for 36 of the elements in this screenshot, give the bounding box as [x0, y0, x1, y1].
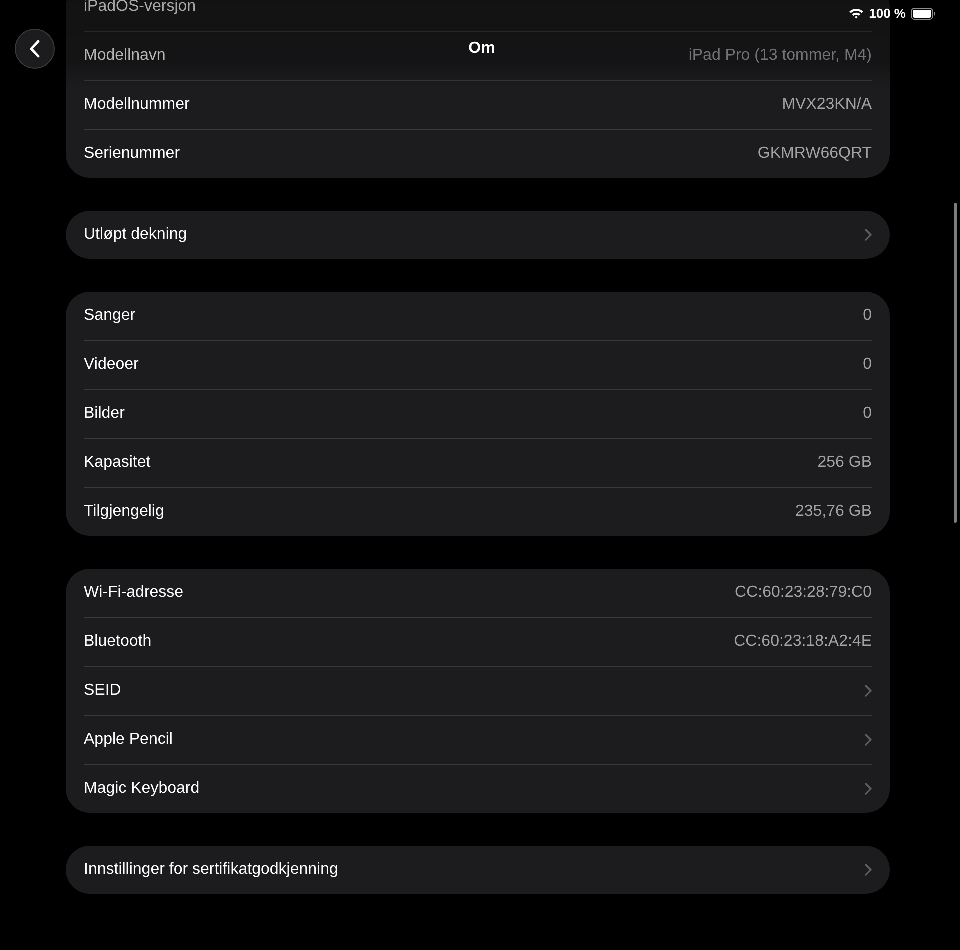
row-value: GKMRW66QRT — [758, 145, 872, 163]
row-value: CC:60:23:18:A2:4E — [734, 633, 872, 651]
row-label: Kapasitet — [84, 454, 151, 472]
chevron-left-icon — [30, 40, 40, 58]
list-item[interactable]: SEID — [66, 667, 890, 715]
row-value: CC:60:23:28:79:C0 — [735, 584, 872, 602]
chevron-right-icon — [865, 734, 872, 746]
chevron-right-icon — [865, 229, 872, 241]
list-item[interactable]: Apple Pencil — [66, 716, 890, 764]
row-label: Bluetooth — [84, 633, 152, 651]
row-value: MVX23KN/A — [782, 96, 872, 114]
row-value: 0 — [863, 307, 872, 325]
row-label: Sanger — [84, 307, 136, 325]
chevron-right-icon — [865, 864, 872, 876]
row-label: Wi-Fi-adresse — [84, 584, 184, 602]
row-value: 0 — [863, 405, 872, 423]
chevron-right-icon — [865, 685, 872, 697]
chevron-right-icon — [865, 783, 872, 795]
list-item[interactable]: Innstillinger for sertifikatgodkjenning — [66, 846, 890, 894]
back-button[interactable] — [15, 29, 55, 69]
row-value: 235,76 GB — [796, 503, 872, 521]
page-title: Om — [468, 40, 496, 58]
battery-icon — [911, 8, 936, 20]
row-label: Tilgjengelig — [84, 503, 164, 521]
row-value: iPad Pro (13 tommer, M4) — [688, 47, 872, 65]
row-label: Bilder — [84, 405, 125, 423]
row-value: 0 — [863, 356, 872, 374]
row-value: 256 GB — [818, 454, 872, 472]
wifi-icon — [849, 8, 864, 19]
row-label: Videoer — [84, 356, 139, 374]
list-item[interactable]: Magic Keyboard — [66, 765, 890, 813]
row-label: Serienummer — [84, 145, 180, 163]
row-label: Modellnavn — [84, 47, 166, 65]
battery-percentage: 100 % — [869, 6, 906, 21]
row-label: Modellnummer — [84, 96, 190, 114]
list-item[interactable]: Utløpt dekning — [66, 211, 890, 259]
